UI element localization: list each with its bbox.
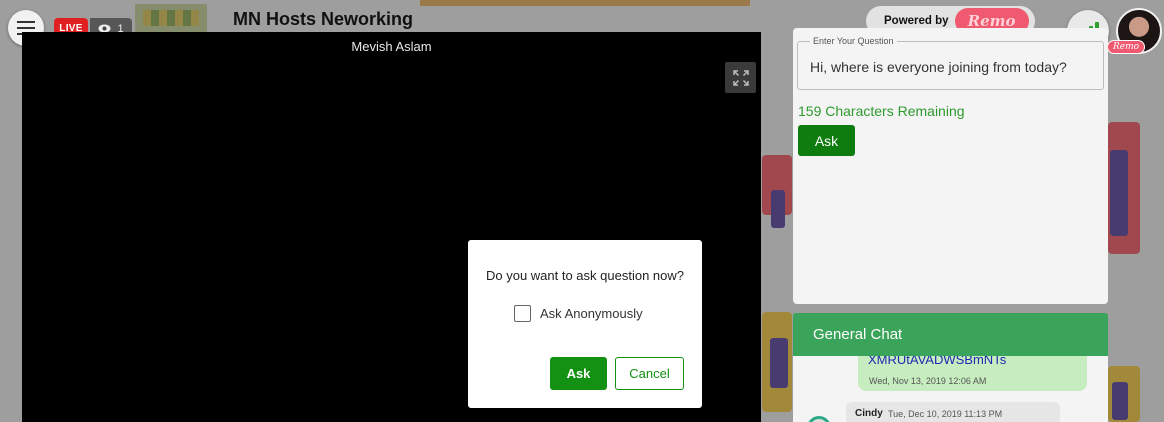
fullscreen-button[interactable] — [725, 62, 756, 93]
expand-icon — [732, 69, 749, 86]
chat-user-avatar — [807, 416, 831, 422]
avatar-brand-tag: Remo — [1107, 40, 1146, 54]
question-panel: Enter Your Question Hi, where is everyon… — [793, 28, 1108, 304]
chat-message-author: Cindy — [855, 408, 883, 419]
chat-message: XMRUtAVADWSBmNTs Wed, Nov 13, 2019 12:06… — [858, 356, 1087, 391]
speaker-name: Mevish Aslam — [351, 39, 432, 54]
ask-question-button[interactable]: Ask — [798, 125, 855, 156]
question-input-label: Enter Your Question — [810, 36, 897, 46]
chat-messages: XMRUtAVADWSBmNTs Wed, Nov 13, 2019 12:06… — [793, 356, 1108, 422]
dialog-cancel-button[interactable]: Cancel — [615, 357, 684, 390]
chat-message-time: Tue, Dec 10, 2019 11:13 PM — [888, 409, 1003, 419]
question-input-value[interactable]: Hi, where is everyone joining from today… — [810, 59, 1067, 75]
ask-anonymously-label: Ask Anonymously — [540, 306, 643, 321]
dialog-ask-button[interactable]: Ask — [550, 357, 607, 390]
powered-by-label: Powered by — [884, 15, 949, 27]
ask-anonymously-option[interactable]: Ask Anonymously — [514, 305, 643, 322]
chat-message-text[interactable]: XMRUtAVADWSBmNTs — [868, 356, 1006, 367]
dialog-question: Do you want to ask question now? — [485, 268, 684, 283]
ask-anonymously-checkbox[interactable] — [514, 305, 531, 322]
question-input[interactable]: Enter Your Question Hi, where is everyon… — [797, 36, 1104, 90]
general-chat-header[interactable]: General Chat — [793, 313, 1108, 356]
ask-confirm-dialog: Do you want to ask question now? Ask Ano… — [468, 240, 702, 408]
chat-message-time: Wed, Nov 13, 2019 12:06 AM — [869, 376, 987, 386]
characters-remaining: 159 Characters Remaining — [798, 103, 965, 119]
chat-message: Cindy Tue, Dec 10, 2019 11:13 PM — [846, 402, 1060, 422]
event-title: MN Hosts Neworking — [233, 9, 414, 29]
